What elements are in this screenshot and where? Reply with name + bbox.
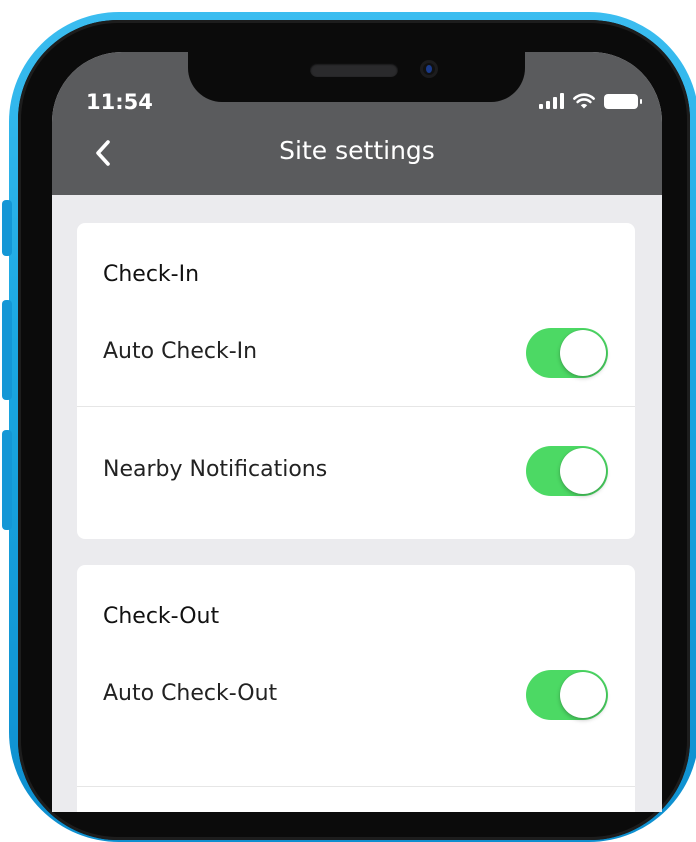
row-divider (77, 786, 635, 787)
speaker (310, 63, 398, 77)
screen: 11:54 Site settings Check-In Auto Check-… (52, 52, 662, 812)
battery-icon (604, 94, 642, 109)
page-title: Site settings (279, 136, 435, 165)
row-divider (77, 406, 635, 407)
auto-check-in-toggle[interactable] (526, 328, 608, 378)
notch (188, 52, 525, 102)
nav-header: 11:54 Site settings (52, 52, 662, 195)
section-title-check-out: Check-Out (103, 604, 220, 629)
toggle-knob (560, 330, 606, 376)
section-title-check-in: Check-In (103, 262, 200, 287)
auto-check-in-label: Auto Check-In (103, 339, 258, 364)
mute-switch (2, 200, 12, 256)
nearby-notifications-label: Nearby Notifications (103, 457, 328, 482)
toggle-knob (560, 672, 606, 718)
auto-check-out-label: Auto Check-Out (103, 681, 278, 706)
camera (420, 60, 438, 78)
volume-down-button (2, 430, 12, 530)
status-icons (539, 93, 642, 109)
check-out-card: Check-Out Auto Check-Out (77, 565, 635, 812)
wifi-icon (573, 93, 595, 109)
signal-icon (539, 93, 564, 109)
toggle-knob (560, 448, 606, 494)
auto-check-out-toggle[interactable] (526, 670, 608, 720)
nearby-notifications-toggle[interactable] (526, 446, 608, 496)
volume-up-button (2, 300, 12, 400)
check-in-card: Check-In Auto Check-In Nearby Notificati… (77, 223, 635, 539)
status-time: 11:54 (86, 90, 153, 114)
